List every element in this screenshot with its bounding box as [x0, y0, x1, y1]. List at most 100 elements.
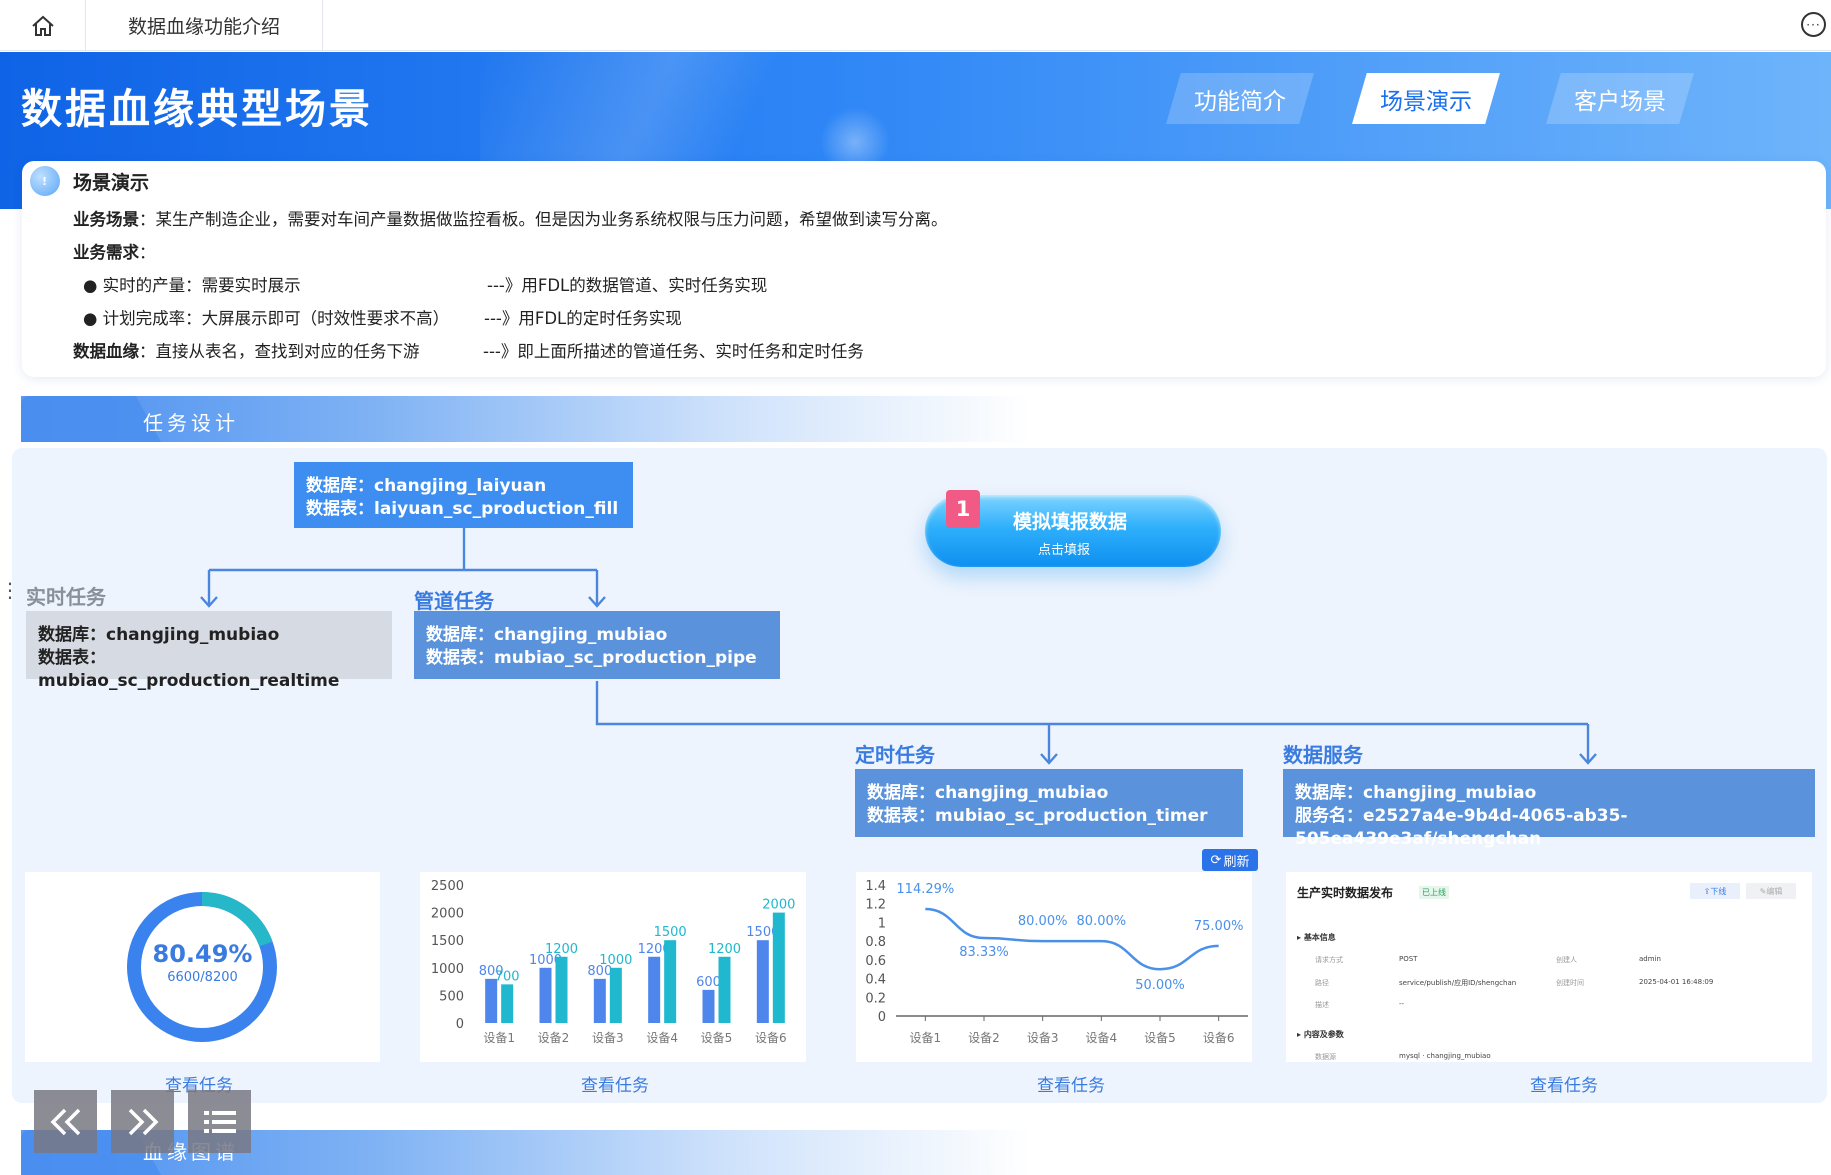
pipe-task-box[interactable]: 数据库：changjing_mubiao 数据表：mubiao_sc_produ…	[414, 611, 780, 679]
y-tick-label: 1.4	[865, 879, 886, 894]
data-label: 83.33%	[959, 945, 1009, 960]
offline-label: 下线	[1710, 886, 1727, 896]
drag-handle[interactable]: ⋮	[0, 578, 20, 602]
offline-button[interactable]: ⇪ 下线	[1690, 883, 1740, 899]
row-value: POST	[1399, 955, 1418, 963]
row-value: mysql · changjing_mubiao	[1399, 1052, 1491, 1060]
pipe-db: 数据库：changjing_mubiao	[426, 625, 668, 645]
source-db: 数据库：changjing_laiyuan	[306, 476, 547, 496]
output-bar-chart: 05001000150020002500800700设备110001200设备2…	[431, 879, 795, 1045]
data-label: 75.00%	[1194, 919, 1244, 934]
next-button[interactable]	[111, 1090, 174, 1153]
data-label: 114.29%	[896, 882, 954, 897]
api-detail-panel: 生产实时数据发布 已上线 ⇪ 下线 ✎ 编辑 ▸ 基本信息 请求方式 POST …	[1286, 872, 1812, 1062]
service-name: 服务名：e2527a4e-9b4d-4065-ab35-505ea439e3af…	[1295, 806, 1628, 849]
bar	[609, 967, 622, 1023]
bar	[664, 940, 677, 1023]
y-tick-label: 2500	[431, 879, 464, 894]
x-tick-label: 设备2	[538, 1031, 570, 1045]
y-tick-label: 0.4	[865, 973, 886, 988]
row-key: 路径	[1315, 979, 1329, 987]
edit-button[interactable]: ✎ 编辑	[1746, 883, 1796, 899]
timer-db: 数据库：changjing_mubiao	[867, 783, 1109, 803]
bar-value-label: 1200	[708, 942, 741, 957]
edit-label: 编辑	[1766, 886, 1783, 896]
bar	[485, 978, 498, 1023]
bar	[772, 912, 785, 1023]
row-key: 数据源	[1315, 1053, 1336, 1061]
api-title: 生产实时数据发布	[1297, 886, 1394, 900]
x-tick-label: 设备4	[646, 1031, 678, 1045]
row-key: 创建时间	[1556, 979, 1584, 987]
y-tick-label: 1	[878, 916, 886, 931]
bar	[501, 984, 514, 1023]
step-badge: 1	[946, 490, 980, 528]
y-tick-label: 1500	[431, 934, 464, 949]
bar-value-label: 1200	[545, 942, 578, 957]
row-key: 请求方式	[1315, 956, 1343, 964]
content-section: ▸ 内容及参数	[1297, 1030, 1344, 1039]
x-tick-label: 设备4	[1086, 1031, 1118, 1045]
bar	[756, 940, 769, 1023]
y-tick-label: 0.8	[865, 935, 886, 950]
pipe-table: 数据表：mubiao_sc_production_pipe	[426, 648, 757, 668]
row-key: 创建人	[1556, 956, 1577, 964]
data-service-label: 数据服务	[1283, 743, 1363, 767]
timer-task-box[interactable]: 数据库：changjing_mubiao 数据表：mubiao_sc_produ…	[855, 769, 1243, 837]
x-tick-label: 设备6	[1203, 1031, 1235, 1045]
data-label: 80.00%	[1077, 914, 1127, 929]
realtime-db: 数据库：changjing_mubiao	[38, 625, 280, 645]
bar-value-label: 600	[696, 975, 721, 990]
content-label: 内容及参数	[1303, 1030, 1344, 1039]
y-tick-label: 1.2	[865, 898, 886, 913]
double-left-icon	[50, 1108, 80, 1135]
bar	[555, 956, 568, 1023]
bar	[593, 978, 606, 1023]
previous-button[interactable]	[34, 1090, 97, 1153]
bar	[539, 967, 552, 1023]
double-right-icon	[128, 1108, 158, 1135]
y-tick-label: 0	[878, 1010, 886, 1025]
row-value: service/publish/应用ID/shengchan	[1399, 979, 1517, 987]
realtime-task-box[interactable]: 数据库：changjing_mubiao 数据表：mubiao_sc_produ…	[26, 611, 392, 691]
view-task-link[interactable]: 查看任务	[1530, 1071, 1598, 1096]
completion-line-chart: 0 0.2 0.4 0.6 0.8 1 1.2 1.4 114.29% 设备1 83.33% 设备2 8…	[865, 879, 1248, 1045]
bar-value-label: 1000	[599, 953, 632, 968]
basic-info-label: 基本信息	[1303, 933, 1336, 942]
bar	[648, 956, 661, 1023]
timer-task-label: 定时任务	[855, 743, 935, 767]
timer-table: 数据表：mubiao_sc_production_timer	[867, 806, 1208, 826]
simulate-fill-title: 模拟填报数据	[1013, 511, 1128, 533]
data-service-box[interactable]: 数据库：changjing_mubiao 服务名：e2527a4e-9b4d-4…	[1283, 769, 1815, 849]
y-tick-label: 0.2	[865, 991, 886, 1006]
gauge-fraction: 6600/8200	[167, 970, 238, 985]
menu-button[interactable]	[188, 1090, 251, 1153]
bar	[702, 989, 715, 1023]
x-tick-label: 设备1	[483, 1031, 515, 1045]
gauge-percent: 80.49%	[152, 940, 253, 968]
refresh-button[interactable]: ⟳ 刷新	[1202, 849, 1258, 871]
realtime-table: 数据表：mubiao_sc_production_realtime	[38, 648, 340, 691]
view-task-link[interactable]: 查看任务	[1037, 1071, 1105, 1096]
source-table-box[interactable]: 数据库：changjing_laiyuan 数据表：laiyuan_sc_pro…	[294, 462, 633, 528]
line-series	[925, 907, 1219, 971]
bar-value-label: 700	[495, 969, 520, 984]
row-value: 2025-04-01 16:48:09	[1639, 978, 1714, 986]
y-tick-label: 0	[456, 1017, 464, 1032]
source-table: 数据表：laiyuan_sc_production_fill	[306, 499, 619, 519]
bar-value-label: 1500	[654, 925, 687, 940]
y-tick-label: 500	[439, 989, 464, 1004]
bar-value-label: 2000	[762, 898, 795, 913]
x-tick-label: 设备3	[592, 1031, 624, 1045]
y-tick-label: 2000	[431, 907, 464, 922]
bar	[718, 956, 731, 1023]
data-label: 50.00%	[1135, 978, 1185, 993]
row-value: --	[1399, 1000, 1405, 1008]
row-value: admin	[1639, 955, 1661, 963]
x-tick-label: 设备6	[755, 1031, 787, 1045]
realtime-task-label: 实时任务	[26, 585, 106, 609]
x-tick-label: 设备5	[1144, 1031, 1176, 1045]
x-tick-label: 设备1	[910, 1031, 942, 1045]
refresh-icon: ⟳	[1210, 852, 1222, 868]
view-task-link[interactable]: 查看任务	[581, 1071, 649, 1096]
